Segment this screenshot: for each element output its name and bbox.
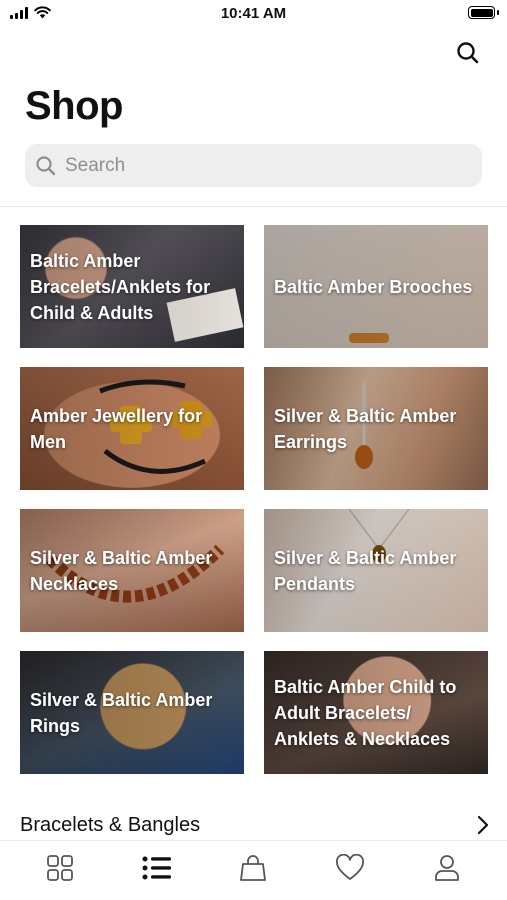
tab-bag[interactable] xyxy=(233,848,273,888)
search-icon-button[interactable] xyxy=(455,40,481,66)
category-label: Amber Jewellery for Men xyxy=(30,405,203,452)
list-icon xyxy=(142,856,171,879)
status-time: 10:41 AM xyxy=(220,5,287,22)
category-tile[interactable]: Amber Jewellery for Men xyxy=(20,367,244,490)
bag-icon xyxy=(240,854,267,881)
category-tile[interactable]: Baltic Amber Child to Adult Bracelets/ A… xyxy=(264,651,488,774)
category-tile[interactable]: Silver & Baltic Amber Rings xyxy=(20,651,244,774)
search-icon xyxy=(457,42,479,64)
category-tile[interactable]: Silver & Baltic Amber Pendants xyxy=(264,509,488,632)
category-label: Baltic Amber Brooches xyxy=(274,276,473,297)
section-title: Bracelets & Bangles xyxy=(20,813,201,836)
status-bar: 10:41 AM xyxy=(0,0,507,30)
category-tile[interactable]: Baltic Amber Bracelets/Anklets for Child… xyxy=(20,225,244,348)
category-label: Silver & Baltic Amber Necklaces xyxy=(30,547,213,594)
category-label: Silver & Baltic Amber Rings xyxy=(30,689,213,736)
category-label: Silver & Baltic Amber Earrings xyxy=(274,405,457,452)
search-icon xyxy=(36,155,56,175)
profile-icon xyxy=(434,854,459,881)
grid-icon xyxy=(47,854,74,881)
category-grid: Baltic Amber Bracelets/Anklets for Child… xyxy=(20,225,488,774)
category-label: Baltic Amber Child to Adult Bracelets/ A… xyxy=(274,676,457,749)
chevron-right-icon xyxy=(477,815,489,835)
tab-home[interactable] xyxy=(40,848,80,888)
category-tile[interactable]: Silver & Baltic Amber Necklaces xyxy=(20,509,244,632)
category-tile[interactable]: Baltic Amber Brooches xyxy=(264,225,488,348)
search-input[interactable] xyxy=(65,154,465,177)
page-title: Shop xyxy=(25,84,123,128)
category-label: Silver & Baltic Amber Pendants xyxy=(274,547,457,594)
divider xyxy=(0,206,507,207)
heart-icon xyxy=(336,853,365,880)
category-tile[interactable]: Silver & Baltic Amber Earrings xyxy=(264,367,488,490)
product-image xyxy=(349,333,389,343)
tab-wishlist[interactable] xyxy=(330,848,370,888)
search-bar[interactable] xyxy=(25,144,482,187)
battery-icon xyxy=(468,6,495,19)
category-label: Baltic Amber Bracelets/Anklets for Child… xyxy=(30,250,211,323)
tab-categories[interactable] xyxy=(137,848,177,888)
tab-bar xyxy=(0,840,507,900)
tab-profile[interactable] xyxy=(427,848,467,888)
section-bracelets-bangles[interactable]: Bracelets & Bangles xyxy=(20,808,490,842)
